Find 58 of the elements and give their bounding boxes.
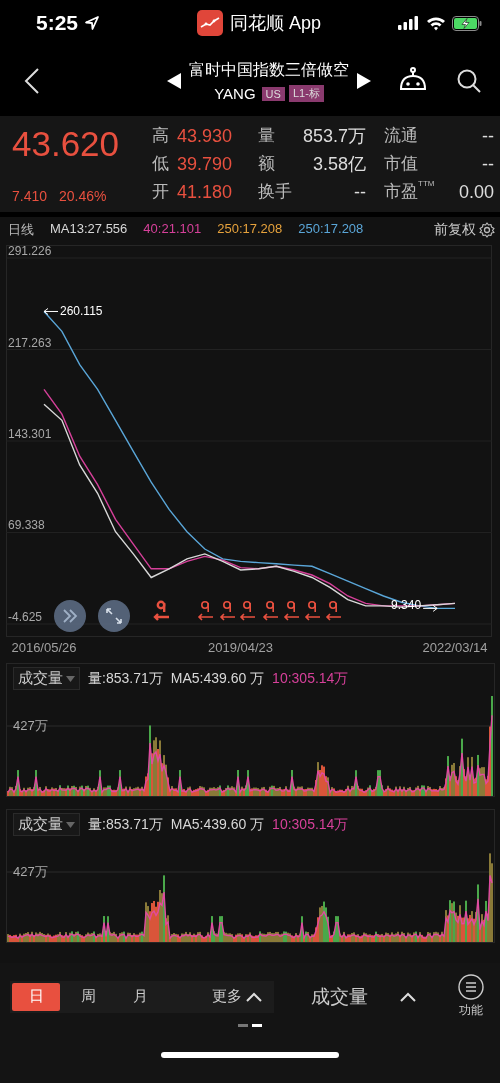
axis-label: 427万 (13, 717, 48, 735)
more-periods-button[interactable]: 更多 (206, 986, 274, 1007)
ma-value: 40:21.101 (143, 221, 202, 238)
volume-value: 10:305.14万 (272, 815, 349, 834)
axis-label: 427万 (13, 863, 48, 881)
axis-label: 2022/03/14 (422, 640, 488, 655)
volume-value: MA5:439.60 万 (170, 815, 265, 834)
field-label: 低 (152, 153, 169, 175)
ma-value: 250:17.208 (298, 221, 364, 238)
axis-label: 69.338 (8, 518, 45, 533)
function-button[interactable]: 功能 (452, 973, 490, 1020)
volume-value: MA5:439.60 万 (170, 669, 265, 688)
field-value: -- (354, 181, 366, 204)
ma-value: 250:17.208 (217, 221, 283, 238)
volume-value: 10:305.14万 (272, 669, 349, 688)
extreme-value-label: 260.115 (60, 304, 103, 319)
stock-symbol: YANG (214, 85, 256, 102)
price-change: 7.410 (12, 188, 48, 204)
field-value: -- (482, 153, 494, 176)
field-label: 量 (258, 125, 275, 147)
axis-label: 2016/05/26 (11, 640, 77, 655)
field-label: 额 (258, 153, 275, 175)
field-value: -- (482, 125, 494, 148)
volume-value: 量:853.71万 (88, 669, 163, 688)
axis-label: 291.226 (8, 245, 52, 258)
period-tab[interactable]: 月 (114, 980, 166, 1013)
field-label: 流通 (384, 125, 418, 147)
axis-label: 2019/04/23 (208, 640, 274, 655)
percent-change: 20.46% (59, 188, 107, 204)
market-tag: US (261, 86, 285, 101)
field-label: 换手 (258, 181, 292, 203)
field-label: 高 (152, 125, 169, 147)
volume-value: 量:853.71万 (88, 815, 163, 834)
field-value: 39.790 (177, 153, 233, 176)
field-value: 41.180 (177, 181, 233, 204)
field-label: 市值 (384, 153, 418, 175)
field-value: 0.00 (458, 181, 494, 204)
ma-value: MA13:27.556 (50, 221, 128, 238)
period-label: 日线 (8, 221, 34, 239)
indicator-dropdown[interactable]: 成交量 (13, 813, 80, 836)
indicator-dropdown[interactable]: 成交量 (13, 667, 80, 690)
axis-label: 217.263 (8, 335, 52, 350)
field-value: 3.58亿 (312, 153, 366, 176)
field-label: 开 (152, 181, 169, 203)
axis-label: 143.301 (8, 427, 52, 441)
indicator-button[interactable]: 成交量 (304, 982, 422, 1011)
app-name[interactable]: 同花顺 App (230, 11, 321, 35)
field-value: 853.7万 (302, 125, 366, 148)
last-price: 43.620 (12, 124, 121, 164)
stock-name: 富时中国指数三倍做空 (189, 60, 349, 80)
axis-label: -4.625 (8, 610, 43, 624)
clock-time: 5:25 (36, 11, 79, 35)
field-value: 43.930 (177, 125, 233, 148)
period-tab[interactable]: 周 (62, 980, 114, 1013)
period-tab[interactable]: 日 (12, 982, 60, 1011)
adjust-mode-label[interactable]: 前复权 (434, 221, 476, 239)
field-label: 市盈$^{TTM}$ (384, 180, 435, 203)
market-tag: L1-标 (288, 85, 324, 102)
